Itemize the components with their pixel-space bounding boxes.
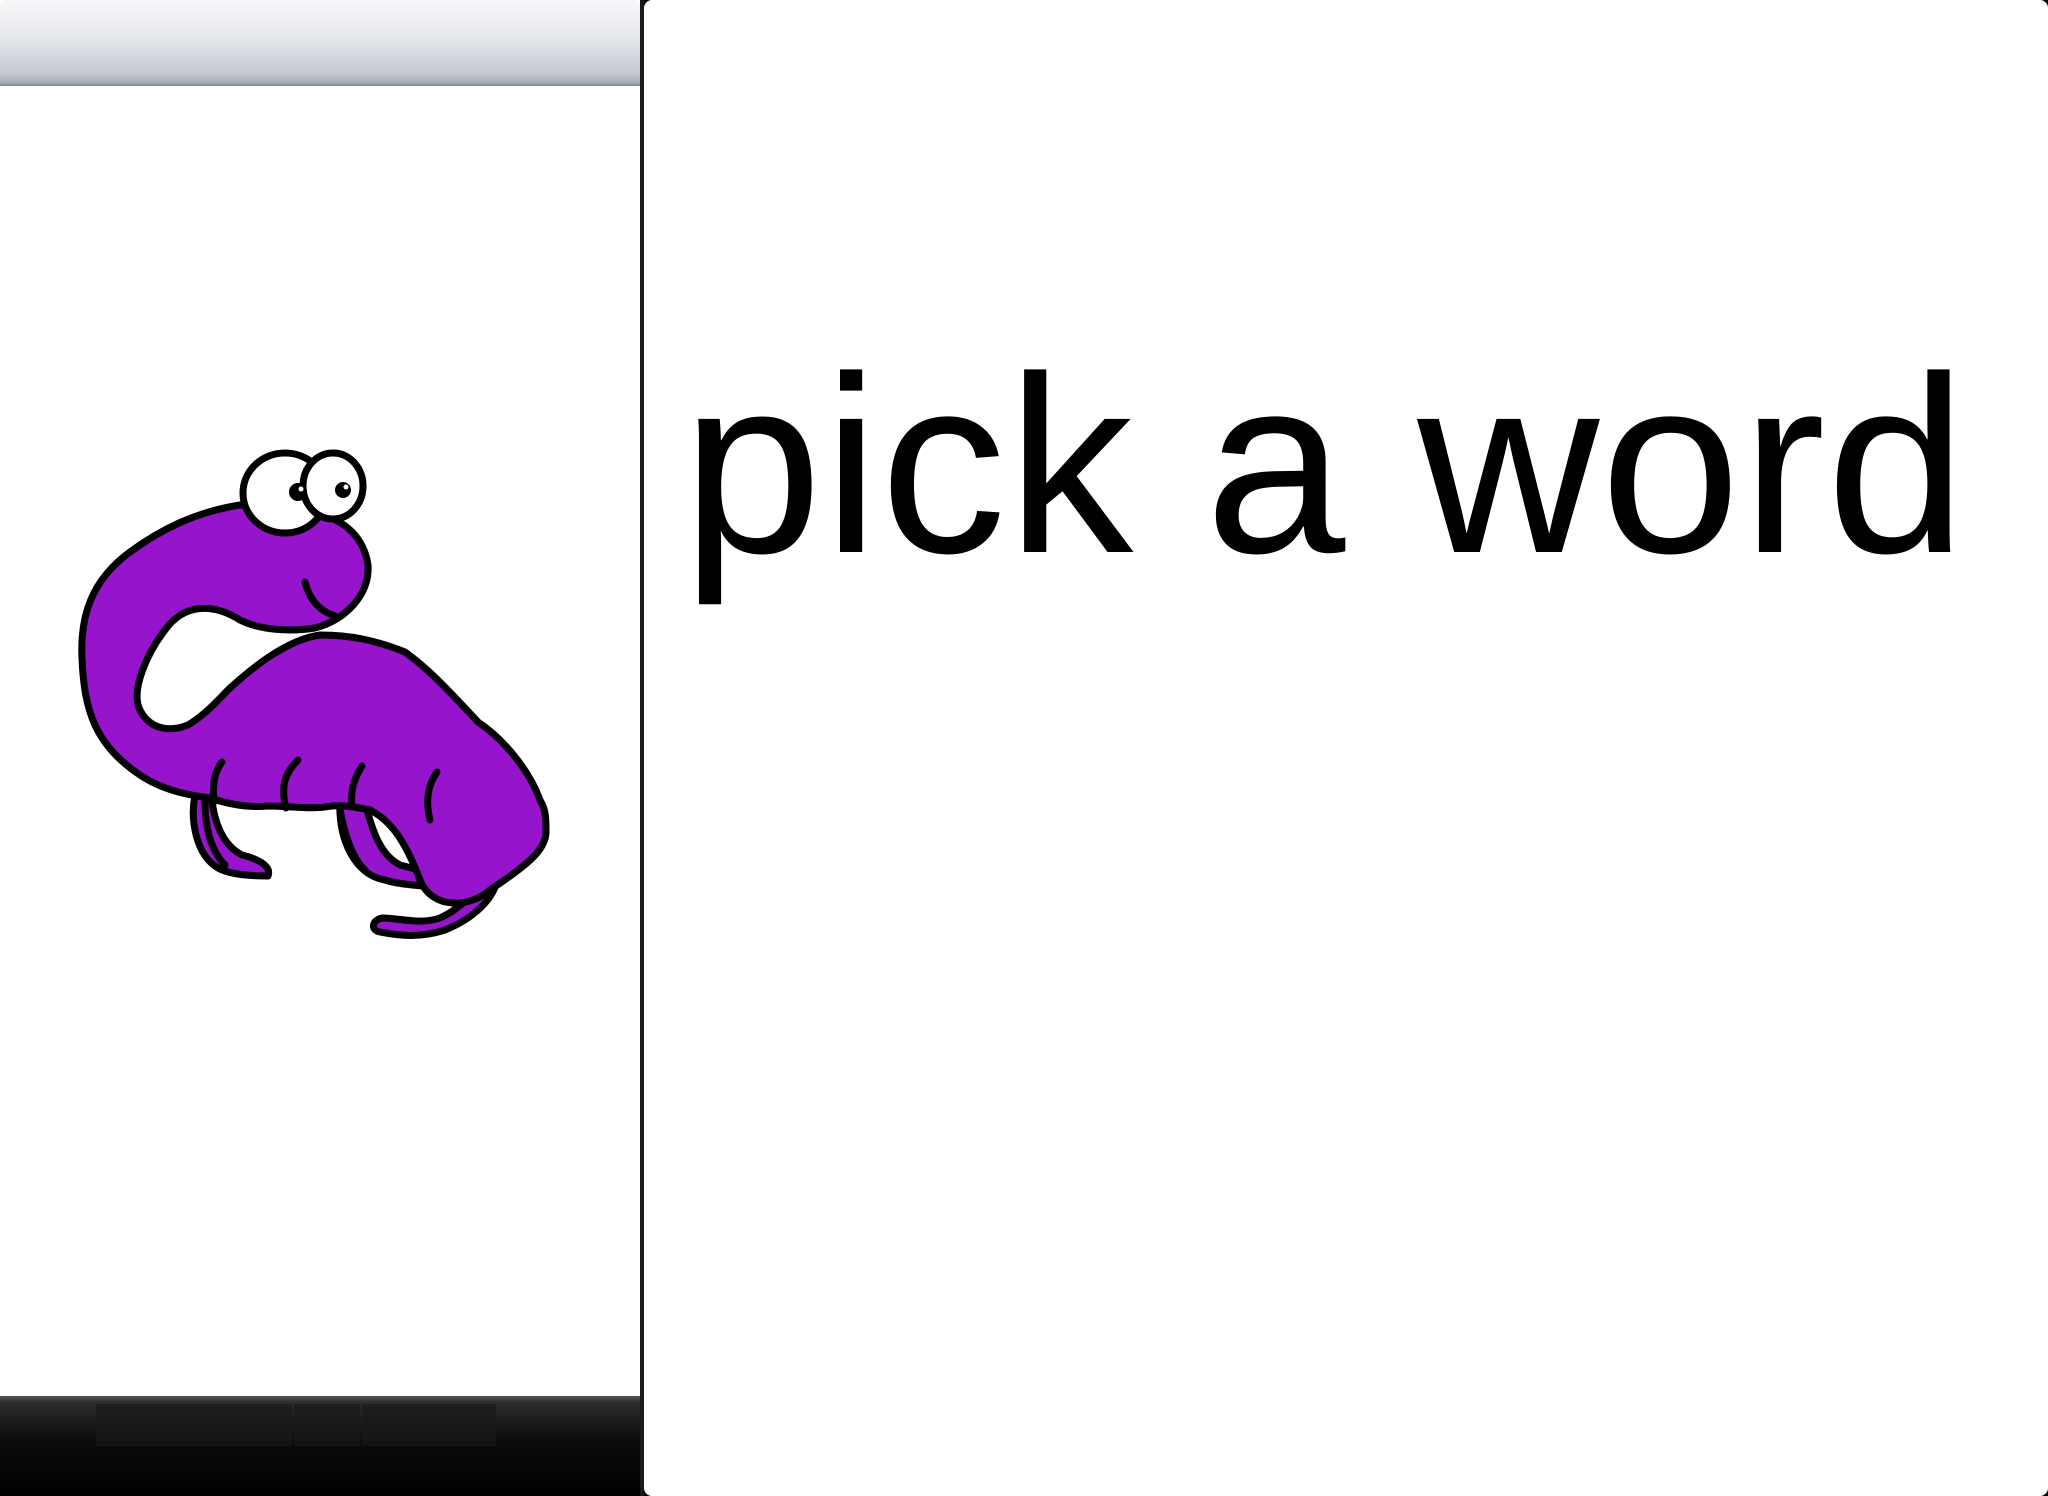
toolbar-slot[interactable] <box>294 1404 360 1446</box>
dino-eye-right <box>299 449 367 523</box>
prompt-text: pick a word <box>682 325 1968 606</box>
picture-panel-header <box>0 0 640 86</box>
toolbar-slot[interactable] <box>362 1404 496 1446</box>
picture-toolbar <box>0 1396 640 1496</box>
app-window: pick a word <box>0 0 2048 1496</box>
word-panel: pick a word <box>644 0 2048 1496</box>
picture-panel <box>0 0 640 1496</box>
toolbar-slot[interactable] <box>96 1404 292 1446</box>
dinosaur-picture[interactable] <box>70 420 560 1020</box>
dino-body <box>78 501 550 907</box>
dino-pupil-right <box>335 482 351 498</box>
dino-pupil-left <box>289 483 307 501</box>
